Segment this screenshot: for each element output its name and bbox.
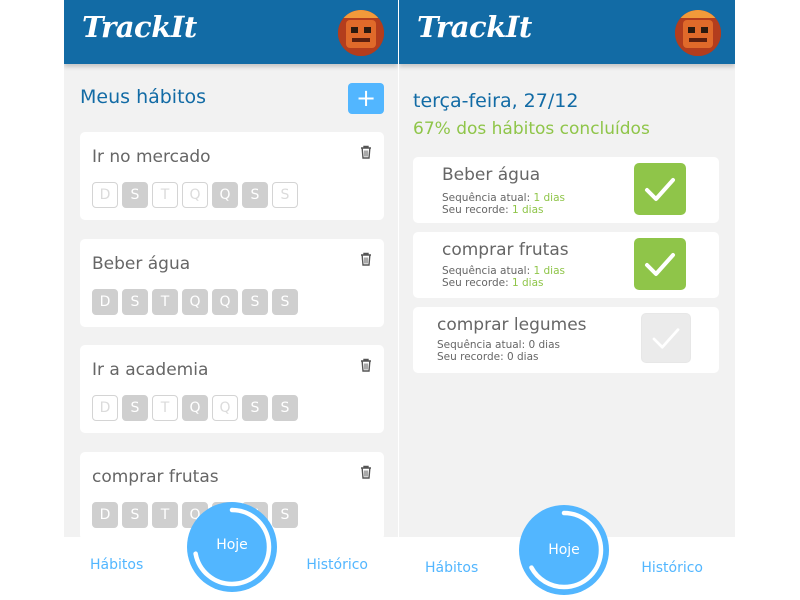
habit-name: comprar frutas	[92, 467, 219, 487]
weekday-toggle[interactable]: S	[242, 182, 268, 208]
habit-name: Beber água	[92, 254, 191, 274]
checkmark-icon	[652, 328, 680, 349]
weekday-toggle[interactable]: S	[122, 502, 148, 528]
weekday-toggle[interactable]: S	[122, 395, 148, 421]
weekday-toggle[interactable]: T	[152, 182, 178, 208]
today-button-label: Hoje	[548, 542, 580, 558]
streak-label: Sequência atual:	[442, 192, 531, 204]
trash-icon[interactable]	[360, 465, 372, 479]
checkmark-icon	[645, 253, 675, 276]
weekday-toggle[interactable]: T	[152, 395, 178, 421]
history-nav-link[interactable]: Histórico	[641, 560, 703, 576]
streak-value: 1 dias	[533, 265, 565, 277]
user-avatar[interactable]	[338, 10, 384, 56]
avatar-image	[675, 10, 721, 56]
weekday-toggle[interactable]: Q	[212, 395, 238, 421]
record-label: Seu recorde:	[437, 351, 504, 363]
record-value: 0 dias	[507, 351, 539, 363]
current-streak: Sequência atual: 1 dias	[442, 265, 565, 277]
record-streak: Seu recorde: 0 dias	[437, 351, 539, 363]
weekday-toggle[interactable]: D	[92, 289, 118, 315]
today-screen: TrackIt terça-feira, 27/12 67% dos hábit…	[399, 0, 735, 600]
today-habit-card: comprar legumes Sequência atual: 0 dias …	[413, 307, 719, 373]
habits-nav-link[interactable]: Hábitos	[425, 560, 478, 576]
current-date: terça-feira, 27/12	[413, 90, 579, 112]
record-label: Seu recorde:	[442, 204, 509, 216]
today-habit-card: comprar frutas Sequência atual: 1 dias S…	[413, 232, 719, 298]
check-button[interactable]	[641, 313, 691, 363]
page-title: Meus hábitos	[80, 86, 207, 108]
weekday-toggle[interactable]: Q	[182, 182, 208, 208]
trash-icon[interactable]	[360, 145, 372, 159]
trash-icon[interactable]	[360, 358, 372, 372]
weekday-toggle[interactable]: Q	[182, 289, 208, 315]
weekday-selector: DSTQQSS	[92, 182, 298, 208]
today-button[interactable]: Hoje	[519, 505, 609, 595]
weekday-toggle[interactable]: D	[92, 182, 118, 208]
habit-name: comprar frutas	[442, 240, 569, 260]
habit-card: Ir no mercado DSTQQSS	[80, 132, 384, 220]
add-habit-button[interactable]: +	[348, 83, 384, 114]
weekday-toggle[interactable]: S	[242, 289, 268, 315]
today-habit-card: Beber água Sequência atual: 1 dias Seu r…	[413, 157, 719, 223]
habits-screen: TrackIt Meus hábitos + Ir no mercado DST…	[64, 0, 398, 600]
weekday-toggle[interactable]: S	[272, 182, 298, 208]
avatar-image	[338, 10, 384, 56]
streak-label: Sequência atual:	[442, 265, 531, 277]
weekday-toggle[interactable]: S	[272, 395, 298, 421]
weekday-toggle[interactable]: S	[242, 395, 268, 421]
weekday-toggle[interactable]: Q	[182, 395, 208, 421]
top-bar: TrackIt	[399, 0, 735, 64]
weekday-toggle[interactable]: S	[122, 289, 148, 315]
weekday-selector: DSTQQSS	[92, 395, 298, 421]
weekday-toggle[interactable]: D	[92, 502, 118, 528]
habit-name: Ir no mercado	[92, 147, 211, 167]
today-button-label: Hoje	[216, 537, 248, 553]
today-button[interactable]: Hoje	[187, 502, 277, 592]
record-streak: Seu recorde: 1 dias	[442, 204, 544, 216]
weekday-toggle[interactable]: Q	[212, 289, 238, 315]
streak-value: 0 dias	[528, 339, 560, 351]
weekday-toggle[interactable]: T	[152, 289, 178, 315]
habit-name: Ir a academia	[92, 360, 209, 380]
check-button[interactable]	[634, 238, 686, 290]
trash-icon[interactable]	[360, 252, 372, 266]
habit-card: Beber água DSTQQSS	[80, 239, 384, 327]
weekday-toggle[interactable]: T	[152, 502, 178, 528]
app-logo: TrackIt	[417, 10, 532, 44]
weekday-toggle[interactable]: D	[92, 395, 118, 421]
record-label: Seu recorde:	[442, 277, 509, 289]
progress-summary: 67% dos hábitos concluídos	[413, 119, 650, 139]
record-value: 1 dias	[512, 204, 544, 216]
streak-value: 1 dias	[533, 192, 565, 204]
habits-nav-link[interactable]: Hábitos	[90, 557, 143, 573]
weekday-toggle[interactable]: Q	[212, 182, 238, 208]
current-streak: Sequência atual: 0 dias	[437, 339, 560, 351]
checkmark-icon	[645, 178, 675, 201]
weekday-selector: DSTQQSS	[92, 289, 298, 315]
record-streak: Seu recorde: 1 dias	[442, 277, 544, 289]
history-nav-link[interactable]: Histórico	[306, 557, 368, 573]
app-logo: TrackIt	[82, 10, 197, 44]
top-bar: TrackIt	[64, 0, 398, 64]
user-avatar[interactable]	[675, 10, 721, 56]
weekday-toggle[interactable]: S	[122, 182, 148, 208]
habit-card: Ir a academia DSTQQSS	[80, 345, 384, 433]
habit-name: Beber água	[442, 165, 541, 185]
record-value: 1 dias	[512, 277, 544, 289]
check-button[interactable]	[634, 163, 686, 215]
streak-label: Sequência atual:	[437, 339, 526, 351]
current-streak: Sequência atual: 1 dias	[442, 192, 565, 204]
habit-name: comprar legumes	[437, 315, 587, 335]
weekday-toggle[interactable]: S	[272, 289, 298, 315]
